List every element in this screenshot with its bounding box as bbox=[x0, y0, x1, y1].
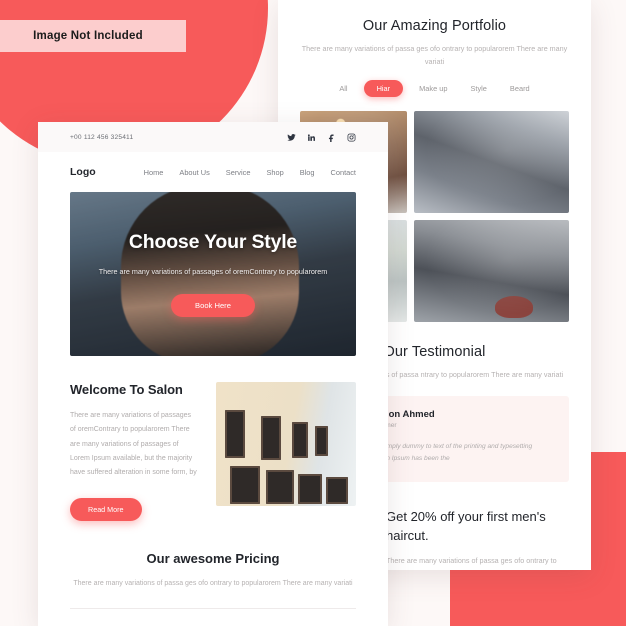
nav-link-contact[interactable]: Contact bbox=[331, 168, 356, 177]
portfolio-image-tattooed-man-hair[interactable] bbox=[413, 111, 569, 214]
read-more-button[interactable]: Read More bbox=[70, 497, 142, 521]
welcome-section: Welcome To Salon There are many variatio… bbox=[38, 356, 388, 521]
pricing-title: Our awesome Pricing bbox=[146, 550, 280, 566]
chair-shape bbox=[298, 474, 322, 504]
mirror-shape bbox=[315, 426, 328, 456]
offer-title: Get 20% off your first men's haircut. bbox=[386, 509, 546, 543]
welcome-title: Welcome To Salon bbox=[70, 382, 183, 397]
portfolio-filter-style[interactable]: Style bbox=[463, 80, 493, 97]
hero-subtitle: There are many variations of passages of… bbox=[98, 266, 328, 276]
portfolio-filter-row: All Hiar Make up Style Beard bbox=[300, 80, 569, 98]
nav-link-about-us[interactable]: About Us bbox=[179, 168, 209, 177]
phone-number: +00 112 456 325411 bbox=[70, 133, 134, 141]
nav-links: Home About Us Service Shop Blog Contact bbox=[144, 168, 356, 177]
hero-banner: Choose Your Style There are many variati… bbox=[70, 192, 356, 356]
portfolio-filter-all[interactable]: All bbox=[332, 80, 354, 97]
social-links bbox=[287, 133, 356, 142]
nav-link-shop[interactable]: Shop bbox=[266, 168, 283, 177]
nav-link-home[interactable]: Home bbox=[144, 168, 164, 177]
mirror-shape bbox=[292, 422, 308, 458]
welcome-text-column: Welcome To Salon There are many variatio… bbox=[70, 382, 198, 521]
pricing-subtitle: There are many variations of passa ges o… bbox=[73, 579, 353, 587]
pricing-section: Our awesome Pricing There are many varia… bbox=[38, 521, 388, 610]
portfolio-image-tattooed-man-tshirt[interactable] bbox=[413, 220, 569, 323]
hero-title: Choose Your Style bbox=[128, 230, 298, 253]
notice-label: Image Not Included bbox=[33, 30, 143, 42]
main-navigation-bar: Logo Home About Us Service Shop Blog Con… bbox=[38, 152, 388, 192]
linkedin-icon[interactable] bbox=[307, 133, 316, 142]
chair-shape bbox=[326, 477, 348, 504]
site-logo[interactable]: Logo bbox=[70, 166, 96, 178]
offer-subtitle: There are many variations of passa ges o… bbox=[386, 555, 557, 570]
portfolio-filter-beard[interactable]: Beard bbox=[503, 80, 537, 97]
nav-link-service[interactable]: Service bbox=[226, 168, 251, 177]
portfolio-section-title: Our Amazing Portfolio bbox=[362, 18, 507, 34]
instagram-icon[interactable] bbox=[347, 133, 356, 142]
welcome-body: There are many variations of passages of… bbox=[70, 412, 197, 477]
facebook-icon[interactable] bbox=[327, 133, 336, 142]
portfolio-filter-hiar[interactable]: Hiar bbox=[363, 80, 404, 98]
salon-interior-image bbox=[216, 382, 356, 506]
twitter-icon[interactable] bbox=[287, 133, 296, 142]
book-here-button[interactable]: Book Here bbox=[171, 294, 255, 318]
mirror-shape bbox=[225, 410, 245, 458]
nav-link-blog[interactable]: Blog bbox=[300, 168, 315, 177]
chair-shape bbox=[230, 466, 260, 504]
chair-shape bbox=[266, 470, 294, 504]
mirror-shape bbox=[261, 416, 281, 460]
portfolio-section-subtitle: There are many variations of passa ges o… bbox=[301, 44, 568, 66]
left-preview-panel: +00 112 456 325411 Logo Home About Us Se… bbox=[38, 122, 388, 626]
portfolio-filter-makeup[interactable]: Make up bbox=[412, 80, 454, 97]
pricing-divider bbox=[70, 608, 356, 610]
image-not-included-banner: Image Not Included bbox=[0, 20, 186, 52]
top-contact-bar: +00 112 456 325411 bbox=[38, 122, 388, 152]
